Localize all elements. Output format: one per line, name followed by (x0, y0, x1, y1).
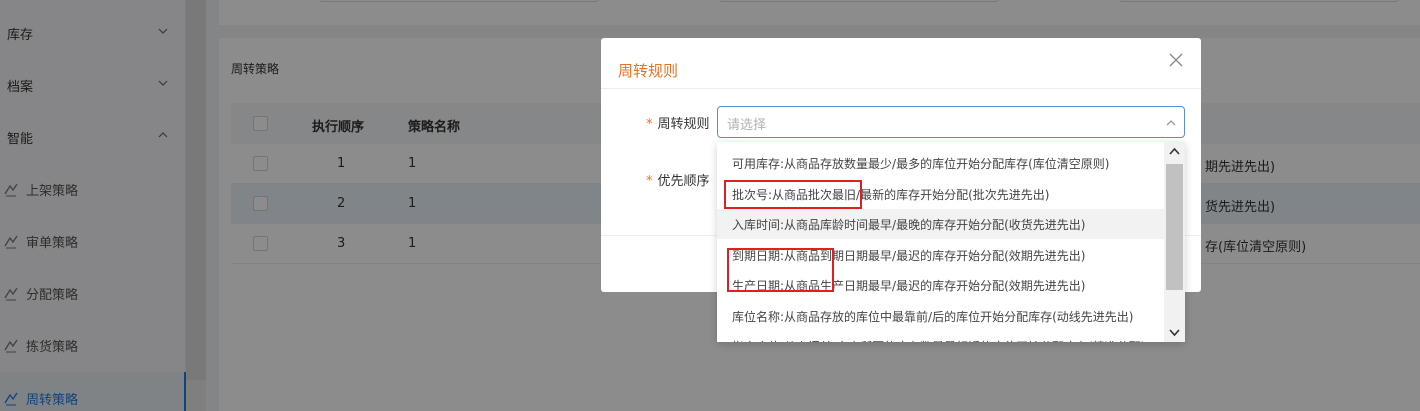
dialog-divider (601, 88, 1201, 89)
rule-select[interactable]: 请选择 (717, 106, 1185, 138)
required-mark: * (646, 174, 653, 189)
field-label-rule: * 周转规则 (646, 113, 710, 132)
scroll-down-icon[interactable] (1168, 328, 1181, 337)
rule-dropdown: 可用库存:从商品存放数量最少/最多的库位开始分配库存(库位清空原则) 批次号:从… (717, 142, 1185, 342)
select-placeholder: 请选择 (727, 118, 767, 133)
dropdown-scrollbar[interactable] (1164, 142, 1185, 342)
close-icon[interactable] (1168, 52, 1184, 68)
required-mark: * (646, 117, 653, 132)
annotation-box (724, 180, 862, 209)
dropdown-option[interactable]: 库位名称:从商品存放的库位中最靠前/后的库位开始分配库存(动线先进先出) (717, 301, 1164, 331)
chevron-up-icon (1166, 120, 1176, 126)
annotation-box (727, 248, 834, 292)
field-label-text: 优先顺序 (657, 174, 710, 189)
field-label-priority: * 优先顺序 (646, 170, 710, 189)
dropdown-option[interactable]: 指定库位:从上门单/客户所要的库存数量最相近的库位开始分配库存(精准分配) (717, 331, 1164, 343)
dropdown-option[interactable]: 可用库存:从商品存放数量最少/最多的库位开始分配库存(库位清空原则) (717, 148, 1164, 178)
scrollbar-thumb[interactable] (1166, 164, 1183, 290)
scroll-up-icon[interactable] (1168, 147, 1181, 156)
field-label-text: 周转规则 (657, 117, 710, 132)
dialog-title: 周转规则 (618, 62, 679, 80)
dropdown-option[interactable]: 入库时间:从商品库龄时间最早/最晚的库存开始分配(收货先进先出) (717, 209, 1164, 239)
